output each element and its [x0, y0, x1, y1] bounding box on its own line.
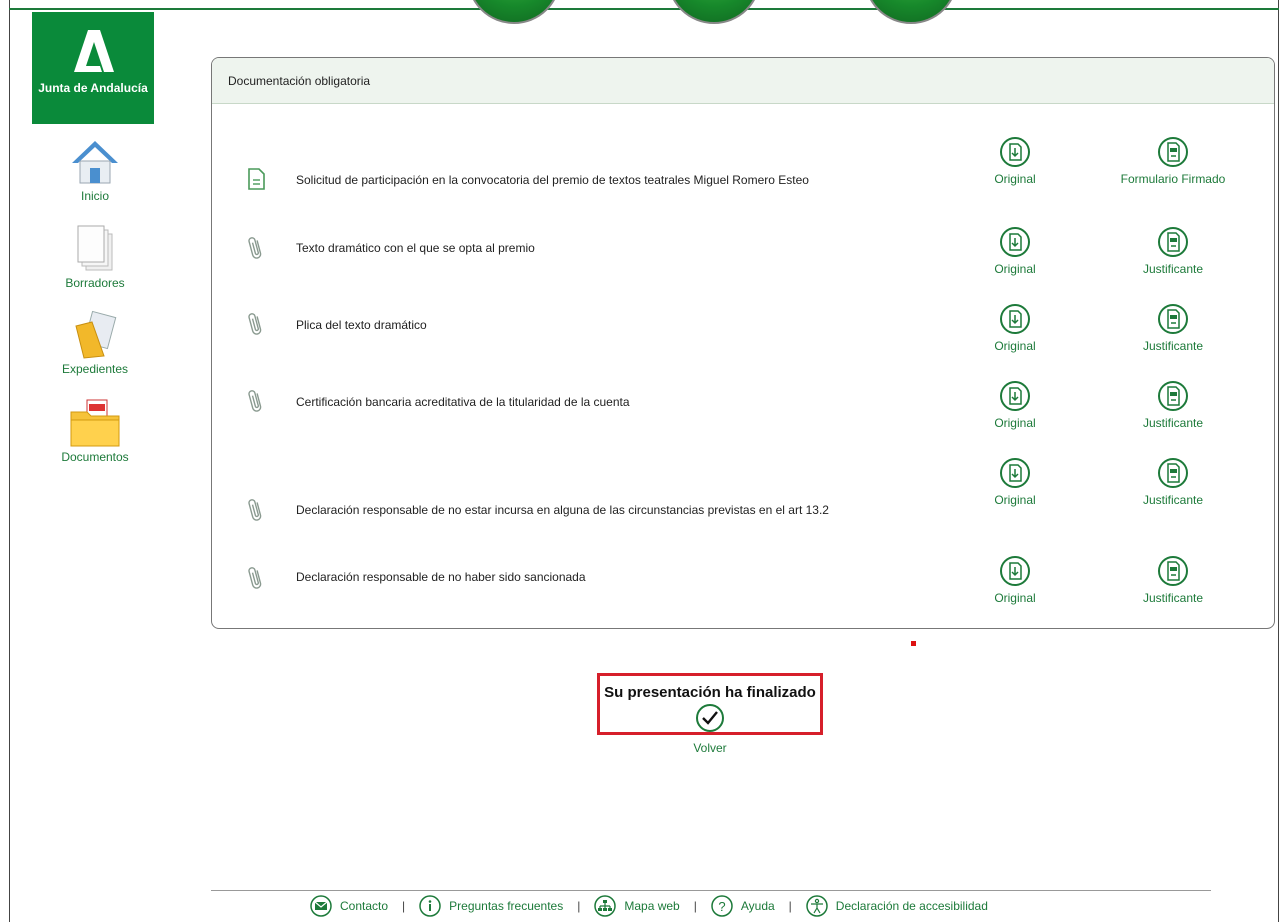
receipt-document-icon	[1158, 381, 1188, 411]
sidebar-item-label: Documentos	[61, 450, 129, 464]
sidebar-item-borradores[interactable]: Borradores	[50, 224, 140, 290]
drafts-icon	[77, 225, 113, 271]
pdf-folder-icon	[70, 399, 120, 447]
original-download-button[interactable]: Original	[950, 457, 1080, 507]
sidebar-item-expedientes[interactable]: Expedientes	[50, 310, 140, 376]
original-download-button[interactable]: Original	[950, 555, 1080, 605]
red-marker	[911, 641, 916, 646]
action-label: Original	[994, 339, 1036, 353]
action-label: Justificante	[1142, 493, 1204, 507]
sidebar-item-inicio[interactable]: Inicio	[50, 137, 140, 203]
footer-separator: |	[788, 899, 792, 913]
completion-box: Su presentación ha finalizado	[597, 673, 823, 735]
receipt-document-icon	[1158, 227, 1188, 257]
footer-link-mapa-web[interactable]: Mapa web	[594, 895, 680, 917]
folder-files-icon	[75, 310, 117, 359]
receipt-button[interactable]: Justificante	[1108, 226, 1238, 276]
receipt-button[interactable]: Justificante	[1108, 457, 1238, 507]
download-document-icon	[1000, 137, 1030, 167]
footer-link-label: Preguntas frecuentes	[449, 899, 564, 913]
document-name: Texto dramático con el que se opta al pr…	[296, 241, 535, 255]
footer-link-label: Mapa web	[624, 899, 680, 913]
footer: Contacto | Preguntas frecuentes | Mapa w…	[310, 895, 988, 917]
panel-title: Documentación obligatoria	[212, 58, 1274, 104]
footer-link-label: Ayuda	[740, 899, 775, 913]
document-name: Declaración responsable de no haber sido…	[296, 570, 586, 584]
action-label: Formulario Firmado	[1120, 172, 1226, 186]
document-name: Plica del texto dramático	[296, 318, 427, 332]
original-download-button[interactable]: Original	[950, 303, 1080, 353]
window-border-left	[9, 0, 10, 922]
sitemap-icon	[594, 895, 617, 917]
sidebar-item-label: Expedientes	[61, 362, 129, 376]
document-name: Certificación bancaria acreditativa de l…	[296, 395, 630, 409]
document-name: Declaración responsable de no estar incu…	[296, 503, 829, 517]
receipt-document-icon	[1158, 458, 1188, 488]
action-label: Justificante	[1142, 262, 1204, 276]
documents-panel: Documentación obligatoria Solicitud de p…	[211, 57, 1275, 629]
info-icon	[419, 895, 441, 917]
paperclip-icon	[248, 313, 262, 335]
junta-andalucia-logo[interactable]: Junta de Andalucía	[32, 12, 154, 124]
paperclip-icon	[248, 499, 262, 521]
back-link[interactable]: Volver	[660, 741, 760, 755]
footer-link-preguntas[interactable]: Preguntas frecuentes	[419, 895, 563, 917]
completion-message: Su presentación ha finalizado	[604, 684, 816, 701]
action-label: Justificante	[1142, 416, 1204, 430]
window-border-top	[9, 8, 1279, 10]
action-label: Original	[994, 262, 1036, 276]
sidebar-item-label: Borradores	[65, 276, 125, 290]
download-document-icon	[1000, 381, 1030, 411]
receipt-button[interactable]: Justificante	[1108, 303, 1238, 353]
step-circle-1	[467, 0, 561, 24]
action-label: Original	[994, 172, 1036, 186]
footer-link-ayuda[interactable]: ? Ayuda	[711, 895, 775, 917]
footer-separator: |	[402, 899, 406, 913]
receipt-document-icon	[1158, 556, 1188, 586]
action-label: Original	[994, 493, 1036, 507]
download-document-icon	[1000, 227, 1030, 257]
paperclip-icon	[248, 567, 262, 589]
download-document-icon	[1000, 304, 1030, 334]
accessibility-icon	[806, 895, 828, 917]
receipt-button[interactable]: Justificante	[1108, 380, 1238, 430]
footer-separator: |	[693, 899, 697, 913]
original-download-button[interactable]: Original	[950, 226, 1080, 276]
download-document-icon	[1000, 556, 1030, 586]
signed-document-icon	[1158, 137, 1188, 167]
paperclip-icon	[248, 390, 262, 412]
window-border-right	[1278, 0, 1279, 922]
signed-form-button[interactable]: Formulario Firmado	[1108, 136, 1238, 186]
action-label: Justificante	[1142, 591, 1204, 605]
action-label: Original	[994, 591, 1036, 605]
andalucia-a-icon	[74, 30, 114, 72]
footer-link-label: Contacto	[340, 899, 389, 913]
footer-divider	[211, 890, 1211, 891]
download-document-icon	[1000, 458, 1030, 488]
receipt-button[interactable]: Justificante	[1108, 555, 1238, 605]
document-icon	[248, 168, 265, 190]
logo-text: Junta de Andalucía	[38, 81, 148, 95]
footer-link-label: Declaración de accesibilidad	[835, 899, 988, 913]
step-circle-2	[667, 0, 761, 24]
mail-icon	[310, 895, 332, 917]
footer-separator: |	[577, 899, 581, 913]
sidebar-item-label: Inicio	[80, 189, 109, 203]
help-icon: ?	[711, 895, 733, 917]
check-circle-icon	[696, 704, 724, 732]
sidebar-item-documentos[interactable]: Documentos	[50, 398, 140, 464]
paperclip-icon	[248, 237, 262, 259]
action-label: Original	[994, 416, 1036, 430]
footer-link-accesibilidad[interactable]: Declaración de accesibilidad	[806, 895, 988, 917]
step-circle-3	[864, 0, 958, 24]
svg-text:?: ?	[718, 899, 725, 914]
home-icon	[72, 141, 118, 184]
action-label: Justificante	[1142, 339, 1204, 353]
original-download-button[interactable]: Original	[950, 380, 1080, 430]
document-name: Solicitud de participación en la convoca…	[296, 173, 809, 187]
footer-link-contacto[interactable]: Contacto	[310, 895, 388, 917]
original-download-button[interactable]: Original	[950, 136, 1080, 186]
receipt-document-icon	[1158, 304, 1188, 334]
